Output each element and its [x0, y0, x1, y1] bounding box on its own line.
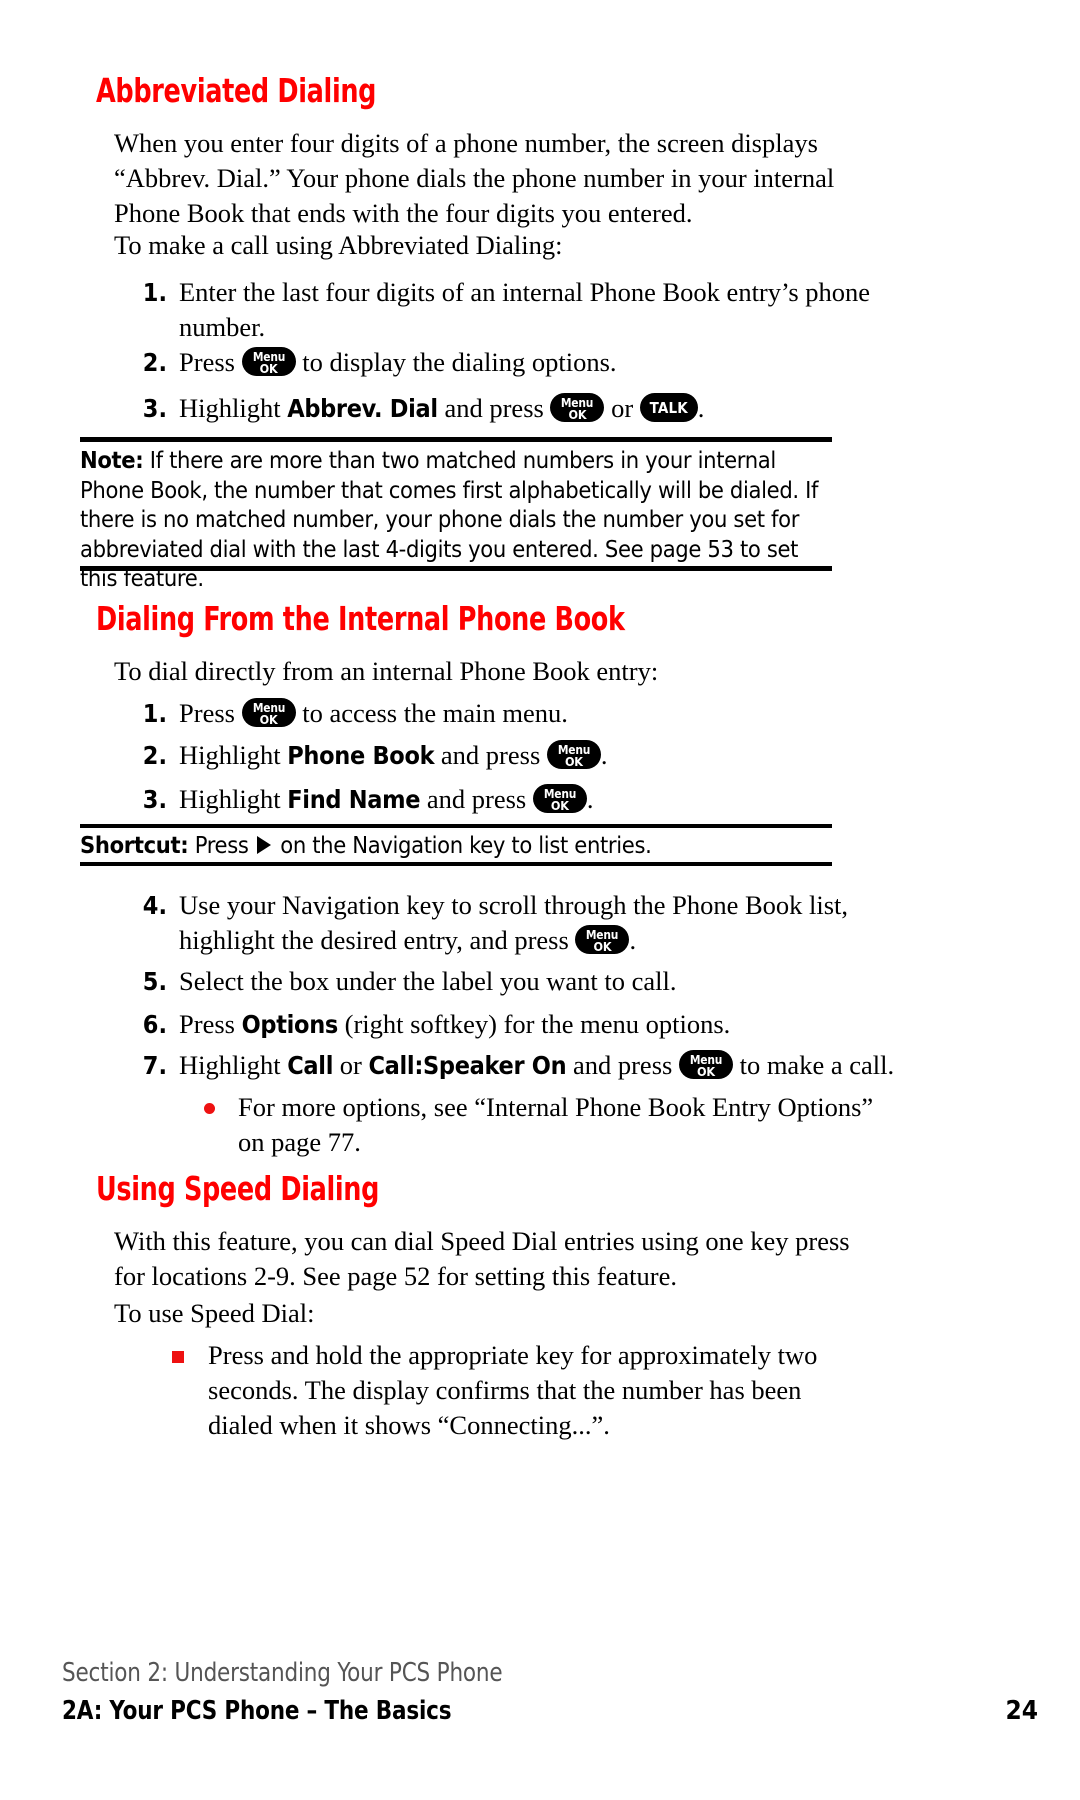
step-text-after: . — [697, 393, 705, 423]
step-text-after: . — [629, 925, 637, 955]
step-text: Press — [179, 347, 242, 377]
step-text: Press — [179, 698, 242, 728]
footer-section-line: Section 2: Understanding Your PCS Phone — [62, 1658, 503, 1688]
list-number: 3. — [142, 785, 167, 814]
step-text: Highlight — [179, 784, 288, 814]
note-label: Note: — [80, 446, 144, 474]
menu-ok-key-line2: OK — [259, 360, 278, 376]
step-text: Use your Navigation key to scroll throug… — [179, 890, 849, 955]
using-speed-dialing-leadin: To use Speed Dial: — [114, 1298, 315, 1328]
list-number: 5. — [142, 967, 167, 996]
step-text-or: or — [604, 393, 640, 423]
step-text: Highlight — [179, 740, 288, 770]
step-emphasis: Phone Book — [287, 741, 435, 770]
note-box-bottom-rule — [80, 566, 832, 571]
using-speed-dialing-intro: With this feature, you can dial Speed Di… — [114, 1226, 850, 1291]
step-text-after: to make a call. — [732, 1050, 895, 1080]
abbreviated-dialing-leadin: To make a call using Abbreviated Dialing… — [114, 230, 563, 260]
menu-ok-key-line2: OK — [568, 406, 587, 422]
list-number: 2. — [142, 741, 167, 770]
step-text: Enter the last four digits of an interna… — [179, 277, 871, 342]
menu-ok-key-icon: Menu OK — [532, 784, 587, 813]
step-emphasis-2: Call:Speaker On — [368, 1051, 567, 1080]
step-text: Press — [179, 1009, 242, 1039]
red-dot-bullet-icon — [204, 1103, 215, 1114]
menu-ok-key-icon: Menu OK — [575, 925, 630, 954]
list-item: 4. Use your Navigation key to scroll thr… — [137, 888, 877, 958]
footer-chapter-line: 2A: Your PCS Phone – The Basics — [62, 1696, 452, 1726]
square-bullet-text: Press and hold the appropriate key for a… — [208, 1340, 818, 1440]
step-text-mid-2: and press — [566, 1050, 679, 1080]
list-number: 1. — [142, 699, 167, 728]
step-emphasis: Call — [287, 1051, 334, 1080]
list-item: 1. Press Menu OK to access the main menu. — [137, 696, 877, 731]
footer-page-number: 24 — [1005, 1696, 1038, 1726]
list-number: 6. — [142, 1010, 167, 1039]
note-box: Note: If there are more than two matched… — [80, 446, 840, 594]
menu-ok-key-icon: Menu OK — [546, 740, 601, 769]
list-item: For more options, see “Internal Phone Bo… — [204, 1090, 876, 1160]
list-item: 3. Highlight Find Name and press Menu OK. — [137, 782, 877, 817]
step-text-mid: (right softkey) for the menu options. — [338, 1009, 731, 1039]
abbreviated-dialing-intro: When you enter four digits of a phone nu… — [114, 128, 835, 228]
menu-ok-key-line2: OK — [697, 1063, 715, 1079]
list-number: 7. — [142, 1051, 167, 1080]
shortcut-box: Shortcut: Press on the Navigation key to… — [80, 831, 860, 861]
step-emphasis: Abbrev. Dial — [287, 394, 438, 423]
menu-ok-key-line2: OK — [564, 753, 583, 769]
nav-right-arrow-icon — [256, 836, 271, 854]
dialing-from-phone-book-leadin: To dial directly from an internal Phone … — [114, 656, 659, 686]
list-item: 3. Highlight Abbrev. Dial and press Menu… — [137, 391, 897, 426]
step-text: Highlight — [179, 393, 288, 423]
step-text-after: to access the main menu. — [295, 698, 568, 728]
menu-ok-key-icon: Menu OK — [241, 698, 296, 727]
talk-key-icon: TALK — [639, 393, 698, 422]
note-box-top-rule — [80, 437, 832, 442]
menu-ok-key-icon: Menu OK — [678, 1050, 733, 1079]
step-text-mid: and press — [420, 784, 533, 814]
list-number: 2. — [142, 348, 167, 377]
step-text-mid: or — [333, 1050, 369, 1080]
list-item: 2. Press Menu OK to display the dialing o… — [137, 345, 877, 380]
list-number: 4. — [142, 891, 167, 920]
shortcut-text-after: on the Navigation key to list entries. — [273, 831, 652, 859]
sub-bullet-text: For more options, see “Internal Phone Bo… — [238, 1092, 874, 1157]
menu-ok-key-line2: OK — [593, 938, 612, 954]
heading-using-speed-dialing: Using Speed Dialing — [96, 1169, 380, 1208]
menu-ok-key-line2: OK — [550, 797, 569, 813]
heading-abbreviated-dialing: Abbreviated Dialing — [96, 71, 377, 110]
step-text: Highlight — [179, 1050, 288, 1080]
step-text-after: . — [600, 740, 608, 770]
step-text-after: to display the dialing options. — [295, 347, 617, 377]
step-emphasis: Find Name — [287, 785, 421, 814]
menu-ok-key-icon: Menu OK — [241, 347, 296, 376]
list-item: 1. Enter the last four digits of an inte… — [137, 275, 877, 345]
talk-key-label: TALK — [649, 399, 688, 417]
menu-ok-key-line2: OK — [259, 711, 278, 727]
list-item: 6. Press Options (right softkey) for the… — [137, 1007, 877, 1042]
heading-dialing-from-internal-phone-book: Dialing From the Internal Phone Book — [96, 599, 625, 638]
shortcut-box-bottom-rule — [80, 862, 832, 866]
list-item: 2. Highlight Phone Book and press Menu OK… — [137, 738, 877, 773]
red-square-bullet-icon — [172, 1351, 184, 1363]
list-item: Press and hold the appropriate key for a… — [172, 1338, 872, 1443]
menu-ok-key-icon: Menu OK — [550, 393, 605, 422]
step-text-mid: and press — [437, 393, 551, 423]
step-text-mid: and press — [434, 740, 547, 770]
list-item: 7. Highlight Call or Call:Speaker On and… — [137, 1048, 897, 1083]
shortcut-box-top-rule — [80, 824, 832, 828]
list-number: 1. — [142, 278, 167, 307]
step-emphasis: Options — [241, 1010, 339, 1039]
list-number: 3. — [142, 394, 167, 423]
list-item: 5. Select the box under the label you wa… — [137, 964, 877, 999]
manual-page: Abbreviated Dialing When you enter four … — [0, 0, 1080, 1800]
step-text: Select the box under the label you want … — [179, 966, 677, 996]
shortcut-text-before: Press — [188, 831, 255, 859]
shortcut-label: Shortcut: — [80, 831, 189, 859]
step-text-after: . — [586, 784, 594, 814]
